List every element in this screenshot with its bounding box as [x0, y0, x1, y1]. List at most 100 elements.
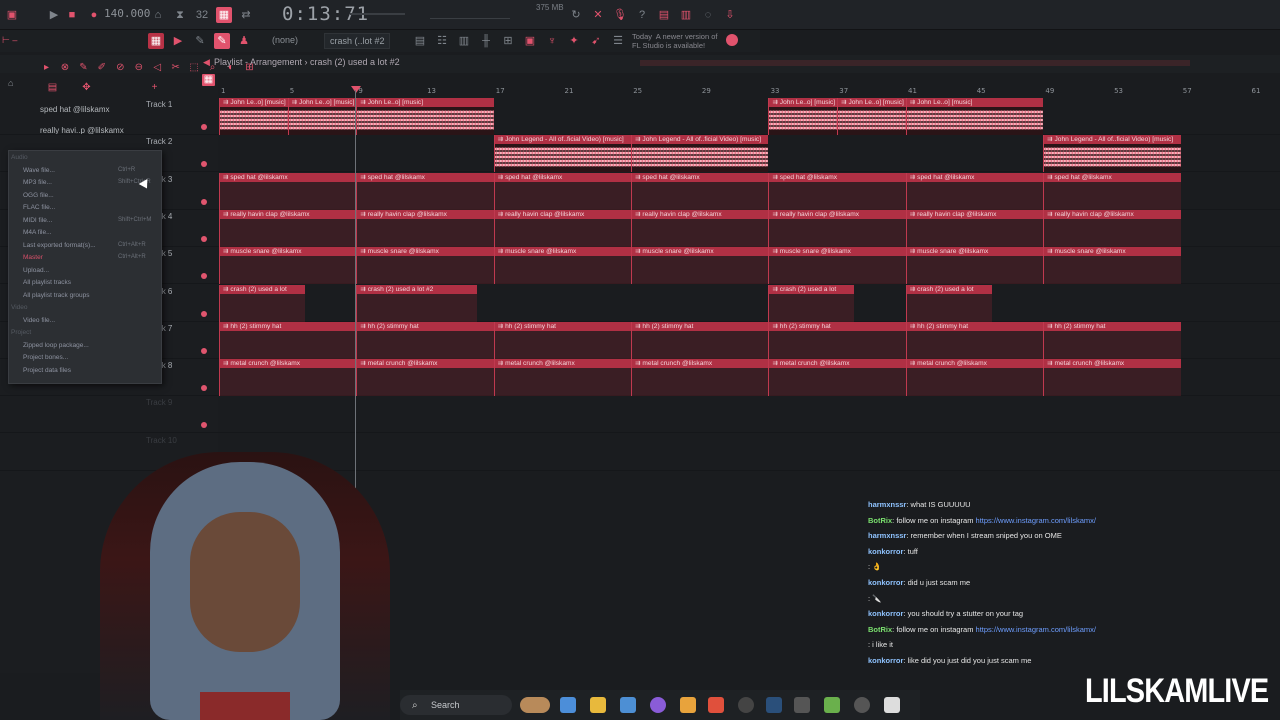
tempo-display[interactable]: 140.000 [104, 7, 150, 20]
touch-icon[interactable]: ➹ [588, 33, 604, 49]
horizontal-scrollbar[interactable] [640, 60, 1190, 66]
playlist-clip[interactable]: ⇉ hh (2) stimmy hat [356, 321, 494, 359]
playlist-clip[interactable]: ⇉ John Legend - All of..ficial Video) [m… [631, 135, 769, 173]
brave-icon[interactable] [708, 697, 724, 713]
menu-item[interactable]: Project bones... [23, 354, 68, 361]
file-explorer-icon[interactable] [590, 697, 606, 713]
add-track-icon[interactable]: + [148, 82, 161, 94]
menu-item[interactable]: FLAC file... [23, 204, 55, 211]
pitch-slider[interactable] [430, 9, 510, 19]
playlist-clip[interactable]: ⇉ John Legend - All of..ficial Video) [m… [1043, 135, 1181, 173]
paint-tool-icon[interactable]: ✐ [95, 62, 108, 74]
playlist-clip[interactable]: ⇉ crash (2) used a lot [905, 284, 992, 322]
menu-item[interactable]: Zipped loop package... [23, 342, 89, 349]
playlist-clip[interactable]: ⇉ muscle snare @lilskamx [219, 247, 357, 285]
browser-collapse-icon[interactable]: ⊢ ‒ [2, 35, 34, 45]
chat-link[interactable]: https://www.instagram.com/lilskamx/ [976, 516, 1096, 525]
magnet-icon[interactable]: ⊗ [58, 62, 71, 74]
playlist-clip[interactable]: ⇉ John Le..o] [music] [837, 98, 906, 135]
menu-item[interactable]: Last exported format(s)... Ctrl+Alt+R [23, 242, 146, 249]
menu-item[interactable]: MIDI file... Shift+Ctrl+M [23, 217, 151, 224]
playlist-track-row[interactable]: Track 8⇉ metal crunch @lilskamx⇉ metal c… [0, 359, 1280, 397]
browser-icon[interactable]: ╫ [478, 33, 494, 49]
track-mute-led[interactable] [201, 273, 207, 280]
app-icon[interactable] [794, 697, 810, 713]
playlist-clip[interactable]: ⇉ hh (2) stimmy hat [1043, 321, 1181, 359]
chat-link[interactable]: https://www.instagram.com/lilskamx/ [976, 625, 1096, 634]
track-label[interactable]: Track 1 [146, 100, 172, 109]
track-mute-led[interactable] [201, 235, 207, 242]
playlist-clip[interactable]: ⇉ sped hat @lilskamx [219, 172, 357, 210]
paint-icon[interactable]: ✎ [192, 33, 208, 49]
playlist-clip[interactable]: ⇉ metal crunch @lilskamx [768, 359, 906, 397]
playlist-clip[interactable]: ⇉ hh (2) stimmy hat [905, 321, 1044, 359]
playlist-clip[interactable]: ⇉ metal crunch @lilskamx [1043, 359, 1181, 397]
timeline-ruler[interactable]: 1 5 9 13 17 21 25 29 33 37 41 45 49 53 57 61 [218, 84, 1280, 98]
slice-tool-icon[interactable]: ✂ [169, 62, 182, 74]
blend-notes-icon[interactable]: ▦ [216, 7, 232, 23]
countdown-icon[interactable]: 32 [194, 7, 210, 23]
draw-icon[interactable]: ✎ [214, 33, 230, 49]
playlist-clip[interactable]: ⇉ really havin clap @lilskamx [219, 209, 357, 247]
playlist-track-row[interactable]: Track 1 ⇉ John Le..o] [music] ⇉ John Le..o… [0, 98, 1280, 135]
playlist-clip[interactable]: ⇉ John Le..o] [music] [356, 98, 494, 135]
mute-tool-icon[interactable]: ⊖ [132, 62, 145, 74]
playlist-clip[interactable]: ⇉ really havin clap @lilskamx [1043, 209, 1181, 247]
mic-icon[interactable]: 🎙 [612, 7, 628, 23]
playlist-clip[interactable]: ⇉ really havin clap @lilskamx [356, 209, 494, 247]
playlist-clip[interactable]: ⇉ muscle snare @lilskamx [356, 247, 494, 285]
playlist-track-row[interactable]: Track 7⇉ hh (2) stimmy hat⇉ hh (2) stimm… [0, 321, 1280, 359]
playlist-clip[interactable]: ⇉ sped hat @lilskamx [631, 172, 769, 210]
menu-item[interactable]: Wave file... Ctrl+R [23, 167, 135, 174]
menu-arrow-icon[interactable]: ▸ [40, 62, 53, 74]
playlist-clip[interactable]: ⇉ muscle snare @lilskamx [631, 247, 769, 285]
move-icon[interactable]: ✥ [80, 82, 93, 94]
browser-home-icon[interactable]: ⌂ [8, 78, 13, 88]
chat-icon[interactable]: ◌ [700, 7, 716, 23]
playlist-clip[interactable]: ⇉ John Le..o] [music] [287, 98, 357, 135]
playlist-track-row[interactable]: Track 3⇉ sped hat @lilskamx⇉ sped hat @l… [0, 172, 1280, 210]
help-icon[interactable]: ? [634, 7, 650, 23]
select-tool-icon[interactable]: ⬚ [188, 62, 201, 74]
playlist-clip[interactable]: ⇉ muscle snare @lilskamx [768, 247, 906, 285]
copilot-icon[interactable] [560, 697, 576, 713]
snap-none-label[interactable]: (none) [272, 35, 298, 45]
track-label[interactable]: Track 9 [146, 398, 172, 407]
playlist-clip[interactable]: ⇉ crash (2) used a lot [219, 284, 305, 322]
playlist-clip[interactable]: ⇉ really havin clap @lilskamx [631, 209, 769, 247]
channel-rack-icon[interactable]: ▤ [412, 33, 428, 49]
menu-item[interactable]: OGG file... [23, 192, 54, 199]
grid-icon[interactable]: ▦ [202, 74, 215, 86]
playlist-clip[interactable]: ⇉ hh (2) stimmy hat [768, 321, 906, 359]
brush-icon[interactable]: ♟ [236, 33, 252, 49]
track-mute-led[interactable] [201, 161, 207, 168]
playlist-clip[interactable]: ⇉ John Le..o] [music] [219, 98, 288, 135]
track-label[interactable]: Track 2 [146, 137, 172, 146]
playlist-clip[interactable]: ⇉ really havin clap @lilskamx [493, 209, 632, 247]
capcut-icon[interactable] [884, 697, 900, 713]
loop-record-icon[interactable]: ⇄ [238, 7, 254, 23]
playlist-clip[interactable]: ⇉ crash (2) used a lot [768, 284, 855, 322]
playlist-nav-icon[interactable]: ◀ [203, 57, 210, 68]
playlist-clip[interactable]: ⇉ muscle snare @lilskamx [1043, 247, 1181, 285]
track-mute-led[interactable] [201, 347, 207, 354]
menu-item[interactable]: Video file... [23, 317, 55, 324]
playlist-clip[interactable]: ⇉ really havin clap @lilskamx [905, 209, 1044, 247]
metronome-icon[interactable]: ⌂ [150, 7, 166, 23]
playlist-track-row[interactable]: Track 6⇉ crash (2) used a lot⇉ crash (2)… [0, 284, 1280, 322]
pattern-song-toggle[interactable]: ▣ [4, 7, 20, 23]
playlist-clip[interactable]: ⇉ muscle snare @lilskamx [905, 247, 1044, 285]
mixer-toggle-icon[interactable]: ☷ [434, 33, 450, 49]
track-mute-led[interactable] [201, 124, 207, 130]
playlist-clip[interactable]: ⇉ metal crunch @lilskamx [219, 359, 357, 397]
playlist-track-row[interactable]: Track 4⇉ really havin clap @lilskamx⇉ re… [0, 209, 1280, 247]
arrow-icon[interactable]: ▶ [170, 33, 186, 49]
track-label[interactable]: Track 10 [146, 436, 177, 445]
wait-icon[interactable]: ⧗ [172, 7, 188, 23]
playlist-clip[interactable]: ⇉ John Le..o] [music] [905, 98, 1044, 135]
play-icon[interactable]: ▶ [46, 7, 62, 23]
widgets-icon[interactable] [520, 697, 550, 713]
chrome-icon[interactable] [738, 697, 754, 713]
picker-icon[interactable]: ▤ [46, 82, 59, 94]
playlist-clip[interactable]: ⇉ metal crunch @lilskamx [631, 359, 769, 397]
